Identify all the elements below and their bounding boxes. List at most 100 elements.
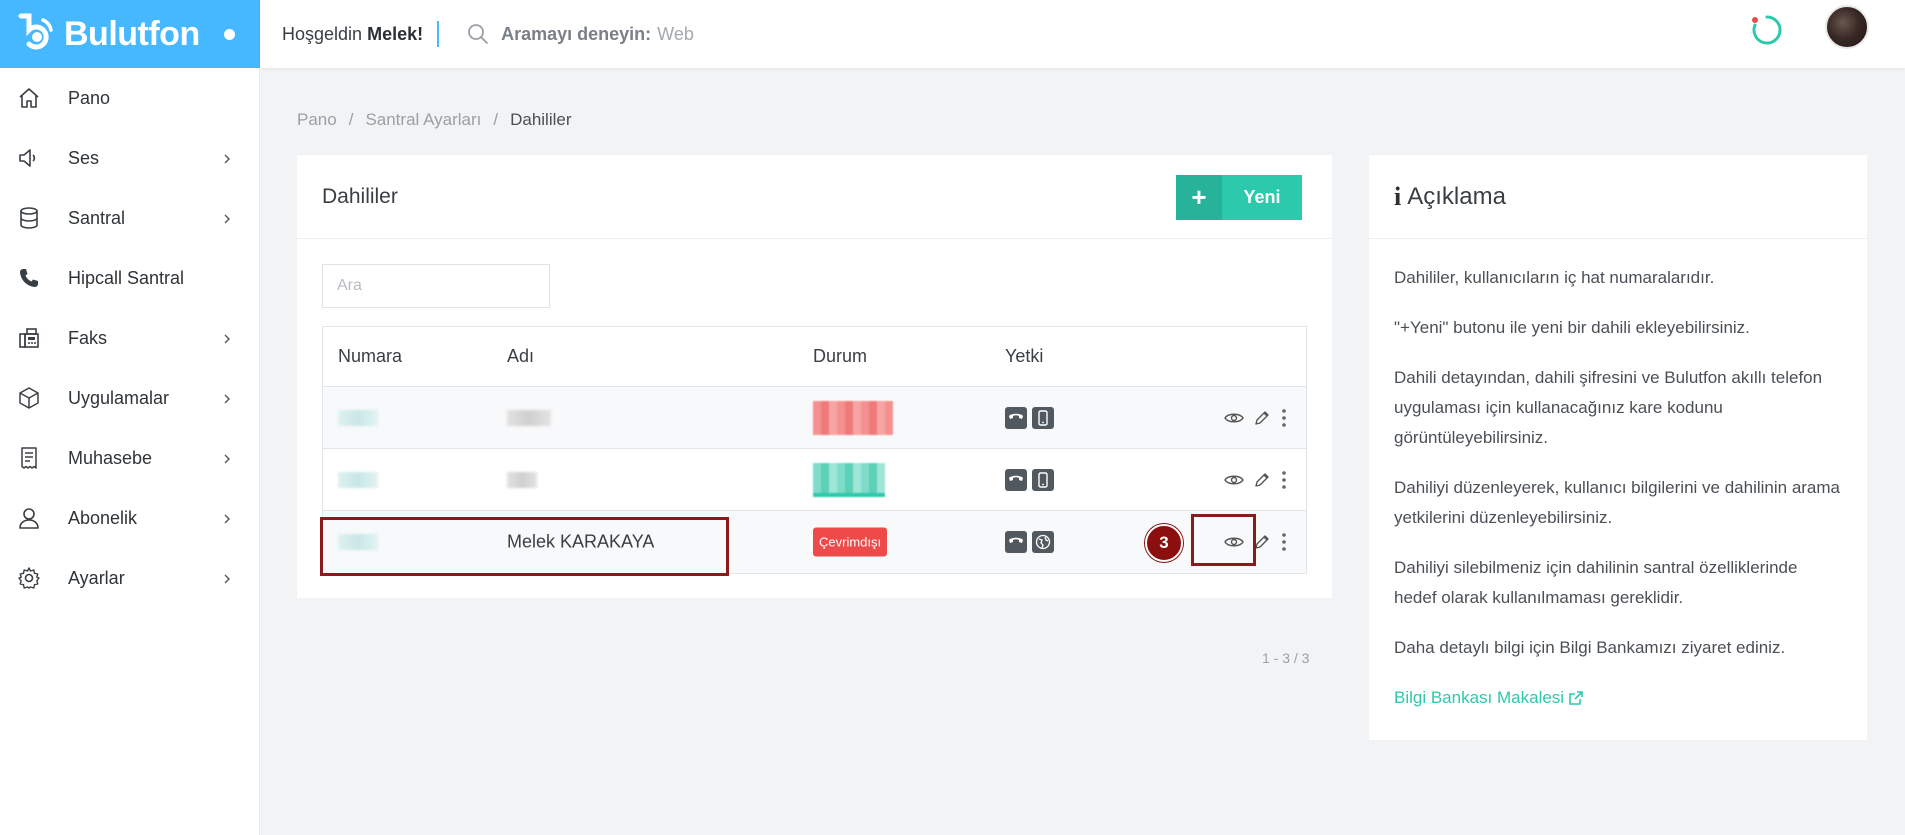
sidebar-item-ayarlar[interactable]: Ayarlar [0, 548, 259, 608]
mobile-icon [1032, 468, 1054, 491]
database-icon [16, 205, 42, 231]
new-button-label: Yeni [1243, 187, 1281, 207]
permission-icons [1005, 468, 1054, 491]
info-paragraph: Dahiliyi düzenleyerek, kullanıcı bilgile… [1394, 478, 1841, 527]
breadcrumb-item-pano[interactable]: Pano [297, 110, 337, 130]
redacted-status [813, 462, 885, 497]
row-actions [1224, 408, 1288, 428]
sidebar-item-abonelik[interactable]: Abonelik [0, 488, 259, 548]
search-hint: Web [657, 23, 694, 44]
redacted-number [338, 471, 378, 488]
knowledge-base-link[interactable]: Bilgi Bankası Makalesi [1394, 683, 1584, 713]
mobile-icon [1032, 406, 1054, 429]
column-header-status[interactable]: Durum [813, 346, 867, 367]
chevron-right-icon [221, 332, 233, 344]
breadcrumb: Pano / Santral Ayarları / Dahililer [297, 110, 572, 130]
info-panel: i Açıklama Dahililer, kullanıcıların iç … [1369, 155, 1867, 740]
sidebar-item-label: Santral [68, 207, 126, 228]
chevron-right-icon [221, 392, 233, 404]
greeting-prefix: Hoşgeldin [282, 23, 363, 44]
search-label: Aramayı deneyin: [501, 23, 652, 44]
handset-icon [1005, 468, 1027, 491]
highlight-view-box [1191, 514, 1256, 566]
global-search[interactable]: Aramayı deneyin: Web [467, 23, 694, 45]
sidebar-item-ses[interactable]: Ses [0, 128, 259, 188]
handset-icon [1005, 531, 1027, 553]
table-row[interactable] [323, 449, 1306, 511]
breadcrumb-separator: / [348, 110, 354, 129]
chevron-right-icon [221, 512, 233, 524]
sidebar-item-pano[interactable]: Pano [0, 68, 259, 128]
more-options-icon[interactable] [1280, 532, 1288, 552]
brand-name: Bulutfon [64, 14, 200, 53]
gear-icon [16, 565, 42, 591]
cube-icon [16, 385, 42, 411]
sidebar-item-label: Muhasebe [68, 447, 153, 468]
chevron-right-icon [221, 572, 233, 584]
redacted-number [338, 409, 378, 426]
sidebar-item-label: Ayarlar [68, 567, 125, 588]
sidebar-item-label: Faks [68, 327, 108, 348]
chevron-right-icon [221, 212, 233, 224]
chevron-right-icon [221, 452, 233, 464]
table-row[interactable] [323, 387, 1306, 449]
column-header-number[interactable]: Numara [338, 346, 402, 367]
info-paragraph: "+Yeni" butonu ile yeni bir dahili ekley… [1394, 318, 1750, 337]
greeting-user: Melek! [367, 23, 424, 44]
info-icon: i [1394, 181, 1402, 211]
top-bar: Hoşgeldin Melek! Aramayı deneyin: Web [260, 0, 1905, 68]
knowledge-base-link-label: Bilgi Bankası Makalesi [1394, 688, 1565, 707]
more-options-icon[interactable] [1280, 470, 1288, 490]
info-body: Dahililer, kullanıcıların iç hat numaral… [1369, 239, 1867, 713]
sidebar-item-hipcall[interactable]: Hipcall Santral [0, 248, 259, 308]
info-header: i Açıklama [1369, 155, 1867, 239]
handset-icon [1005, 406, 1027, 429]
sidebar-item-label: Pano [68, 87, 111, 108]
edit-pencil-icon[interactable] [1252, 408, 1272, 428]
view-eye-icon[interactable] [1224, 470, 1244, 490]
page-title: Dahililer [322, 185, 398, 208]
new-extension-button[interactable]: + Yeni [1176, 175, 1302, 220]
info-paragraph: Dahiliyi silebilmeniz için dahilinin san… [1394, 558, 1798, 607]
fax-icon [16, 325, 42, 351]
sidebar-item-label: Abonelik [68, 507, 138, 528]
step-marker: 3 [1145, 524, 1183, 562]
bulutfon-logo-icon [12, 9, 62, 59]
sidebar-item-uygulamalar[interactable]: Uygulamalar [0, 368, 259, 428]
breadcrumb-item-santral-ayarlari[interactable]: Santral Ayarları [365, 110, 481, 130]
sidebar-item-label: Hipcall Santral [68, 267, 185, 288]
speaker-icon [16, 145, 42, 171]
info-paragraph: Daha detaylı bilgi için Bilgi Bankamızı … [1394, 638, 1786, 657]
plus-icon: + [1176, 175, 1222, 220]
status-badge: Çevrimdışı [813, 527, 888, 557]
chevron-right-icon [221, 152, 233, 164]
filter-input[interactable] [322, 264, 550, 308]
divider [437, 21, 440, 47]
column-header-permission[interactable]: Yetki [1005, 346, 1043, 367]
info-paragraph: Dahililer, kullanıcıların iç hat numaral… [1394, 268, 1715, 287]
sidebar-item-label: Uygulamalar [68, 387, 170, 408]
view-eye-icon[interactable] [1224, 408, 1244, 428]
info-paragraph: Dahili detayından, dahili şifresini ve B… [1394, 368, 1823, 447]
globe-icon [1032, 531, 1054, 553]
user-avatar[interactable] [1825, 5, 1869, 49]
phone-icon [16, 265, 42, 291]
table-header: Numara Adı Durum Yetki [323, 327, 1306, 387]
receipt-icon [16, 445, 42, 471]
status-dot-icon [223, 28, 235, 40]
redacted-name [507, 471, 537, 488]
column-header-name[interactable]: Adı [507, 346, 534, 367]
highlight-row-box [320, 517, 729, 576]
sidebar: Pano Ses Santral Hipcall Santral Faks Uy… [0, 68, 260, 835]
breadcrumb-separator: / [493, 110, 499, 129]
brand-logo[interactable]: Bulutfon [0, 0, 260, 68]
edit-pencil-icon[interactable] [1252, 470, 1272, 490]
sidebar-item-santral[interactable]: Santral [0, 188, 259, 248]
loading-spinner-icon [1749, 12, 1785, 48]
user-icon [16, 505, 42, 531]
more-options-icon[interactable] [1280, 408, 1288, 428]
permission-icons [1005, 406, 1054, 429]
sidebar-item-faks[interactable]: Faks [0, 308, 259, 368]
sidebar-item-muhasebe[interactable]: Muhasebe [0, 428, 259, 488]
info-title: Açıklama [1407, 182, 1506, 210]
